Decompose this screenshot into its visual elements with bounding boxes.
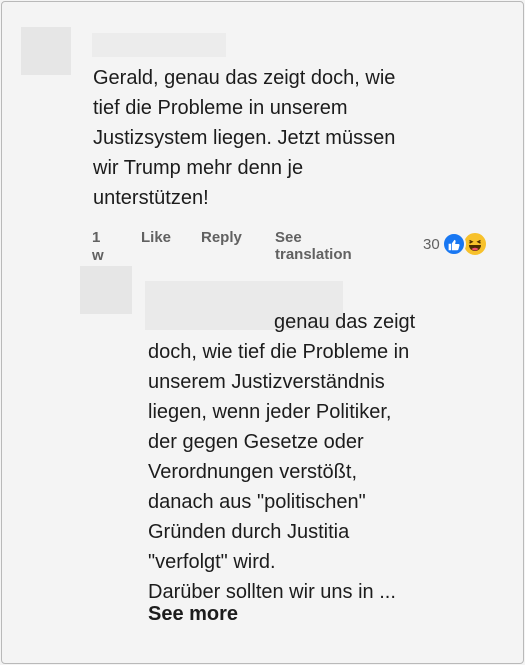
comment-line: unterstützen! bbox=[93, 187, 209, 209]
comment-line: Gerald, genau das zeigt doch, wie bbox=[93, 67, 396, 89]
timestamp-unit: w bbox=[92, 247, 104, 264]
comment-line: liegen, wenn jeder Politiker, bbox=[148, 401, 392, 423]
see-translation-button[interactable]: See translation bbox=[275, 229, 375, 263]
reply-comment-text: genau das zeigt doch, wie tief die Probl… bbox=[148, 307, 478, 607]
comment-line: Justizsystem liegen. Jetzt müssen bbox=[93, 127, 396, 149]
comment-timestamp[interactable]: 1 w bbox=[92, 229, 112, 265]
reaction-count: 30 bbox=[423, 235, 440, 253]
like-icon bbox=[441, 232, 466, 256]
commenter-name-redacted[interactable] bbox=[92, 33, 226, 57]
comment-line: danach aus "politischen" bbox=[148, 491, 366, 513]
see-translation-line1: See bbox=[275, 229, 302, 246]
reply-button[interactable]: Reply bbox=[201, 229, 242, 246]
reply-avatar[interactable] bbox=[80, 266, 132, 314]
see-more-link[interactable]: See more bbox=[148, 603, 238, 626]
comment-line: tief die Probleme in unserem bbox=[93, 97, 348, 119]
avatar[interactable] bbox=[21, 27, 71, 75]
comment-line: wir Trump mehr denn je bbox=[93, 157, 304, 179]
reaction-summary[interactable]: 30 bbox=[423, 230, 488, 258]
comment-line: der gegen Gesetze oder bbox=[148, 431, 364, 453]
comment-line: Gründen durch Justitia bbox=[148, 521, 350, 543]
comment-line: genau das zeigt bbox=[274, 311, 416, 333]
see-translation-line2: translation bbox=[275, 246, 352, 263]
comment-line: doch, wie tief die Probleme in bbox=[148, 341, 410, 363]
comment-line: Verordnungen verstößt, bbox=[148, 461, 358, 483]
comment-line: unserem Justizverständnis bbox=[148, 371, 385, 393]
comment-text: Gerald, genau das zeigt doch, wie tief d… bbox=[93, 63, 473, 213]
like-button[interactable]: Like bbox=[141, 229, 171, 246]
comment-line: "verfolgt" wird. bbox=[148, 551, 276, 573]
timestamp-number: 1 bbox=[92, 229, 101, 246]
